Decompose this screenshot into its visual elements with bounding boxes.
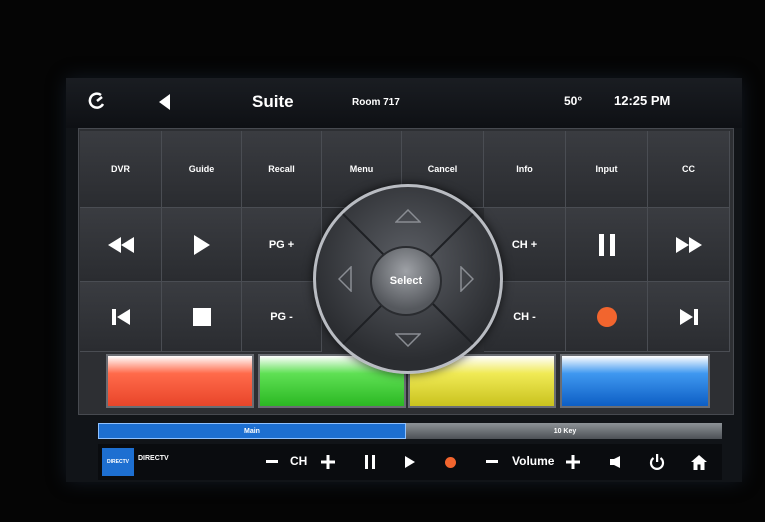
- temperature-readout: 50°: [564, 94, 583, 108]
- clock: 12:25 PM: [614, 93, 671, 108]
- channel-up-mini-button[interactable]: [318, 452, 338, 472]
- fast-forward-button[interactable]: [648, 208, 730, 282]
- pause-icon: [598, 233, 615, 256]
- minus-icon: [486, 460, 498, 463]
- plus-icon: [321, 455, 335, 469]
- red-button[interactable]: [106, 354, 254, 408]
- skip-back-icon: [111, 308, 130, 325]
- guide-label: Guide: [188, 164, 215, 174]
- channel-up-label: CH +: [511, 238, 538, 251]
- play-mini-button[interactable]: [400, 452, 420, 472]
- tab-10-key-label: 10 Key: [553, 427, 577, 435]
- blue-button[interactable]: [560, 354, 710, 408]
- dvr-label: DVR: [110, 164, 130, 174]
- skip-forward-button[interactable]: [648, 282, 730, 352]
- pause-button[interactable]: [566, 208, 648, 282]
- back-icon[interactable]: [157, 93, 171, 116]
- mute-button[interactable]: [606, 452, 626, 472]
- play-icon: [193, 234, 210, 255]
- volume-down-button[interactable]: [482, 452, 502, 472]
- volume-up-button[interactable]: [563, 452, 583, 472]
- channel-down-label: CH -: [513, 310, 536, 323]
- guide-button[interactable]: Guide: [162, 131, 242, 208]
- source-badge[interactable]: DIRECTV: [102, 448, 134, 476]
- plus-icon: [566, 455, 580, 469]
- record-icon: [444, 456, 456, 468]
- page-up-button[interactable]: PG +: [242, 208, 322, 282]
- cc-label: CC: [682, 164, 695, 174]
- fast-forward-icon: [675, 236, 702, 253]
- play-button[interactable]: [162, 208, 242, 282]
- page-up-label: PG +: [268, 238, 295, 251]
- rewind-icon: [107, 236, 134, 253]
- stop-icon: [192, 307, 211, 326]
- rewind-button[interactable]: [80, 208, 162, 282]
- menu-label: Menu: [349, 164, 374, 174]
- input-label: Input: [595, 164, 618, 174]
- volume-label: Volume: [512, 454, 555, 468]
- channel-down-mini-button[interactable]: [262, 452, 282, 472]
- cancel-label: Cancel: [427, 164, 458, 174]
- recall-label: Recall: [268, 164, 295, 174]
- play-icon: [405, 456, 415, 468]
- source-label: DIRECTV: [138, 455, 169, 462]
- dvr-button[interactable]: DVR: [80, 131, 162, 208]
- info-label: Info: [516, 164, 533, 174]
- page-down-label: PG -: [270, 310, 293, 323]
- tab-main[interactable]: Main: [98, 423, 406, 439]
- stop-button[interactable]: [162, 282, 242, 352]
- right-arrow-icon[interactable]: [460, 266, 474, 292]
- record-button[interactable]: [566, 282, 648, 352]
- down-arrow-icon[interactable]: [395, 333, 421, 347]
- select-button[interactable]: Select: [370, 246, 442, 316]
- tab-main-label: Main: [244, 427, 260, 435]
- page-title: Suite: [252, 92, 294, 111]
- up-arrow-icon[interactable]: [395, 209, 421, 223]
- channel-label: CH: [290, 454, 308, 468]
- home-icon: [691, 454, 707, 470]
- page-down-button[interactable]: PG -: [242, 282, 322, 352]
- input-button[interactable]: Input: [566, 131, 648, 208]
- home-button[interactable]: [688, 451, 710, 473]
- left-arrow-icon[interactable]: [338, 266, 352, 292]
- select-label: Select: [389, 275, 423, 287]
- logo-icon[interactable]: [88, 92, 106, 110]
- recall-button[interactable]: Recall: [242, 131, 322, 208]
- header-bar: Suite Room 717 50° 12:25 PM: [66, 78, 742, 128]
- minus-icon: [266, 460, 278, 463]
- pause-mini-button[interactable]: [360, 452, 380, 472]
- record-icon: [596, 306, 617, 327]
- cc-button[interactable]: CC: [648, 131, 730, 208]
- power-icon: [649, 454, 665, 470]
- power-button[interactable]: [646, 451, 668, 473]
- pause-icon: [365, 455, 375, 469]
- mute-icon: [610, 456, 620, 468]
- record-mini-button[interactable]: [440, 452, 460, 472]
- skip-back-button[interactable]: [80, 282, 162, 352]
- tab-10-key[interactable]: 10 Key: [408, 423, 722, 439]
- skip-forward-icon: [679, 308, 698, 325]
- room-label: Room 717: [352, 97, 400, 108]
